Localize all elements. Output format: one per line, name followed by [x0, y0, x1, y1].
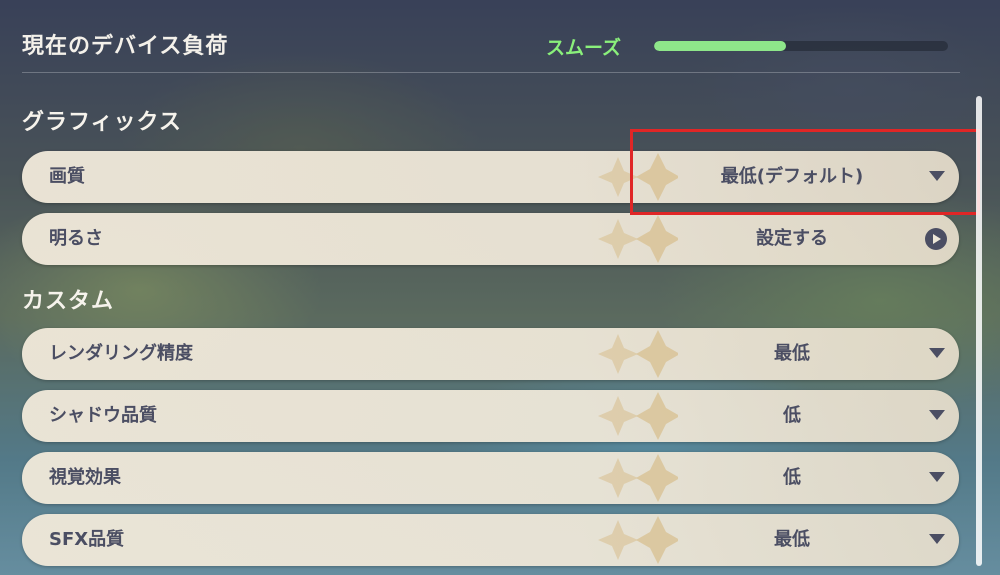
setting-row-sfx-quality[interactable]: SFX品質 最低	[22, 514, 959, 566]
section-title-graphics: グラフィックス	[22, 110, 182, 135]
setting-label: 明るさ	[49, 228, 103, 249]
setting-row-brightness[interactable]: 明るさ 設定する	[22, 213, 959, 265]
setting-value: 設定する	[756, 228, 828, 249]
setting-row-graphics-quality[interactable]: 画質 最低(デフォルト)	[22, 151, 959, 203]
setting-label: レンダリング精度	[49, 343, 193, 364]
setting-row-shadow-quality[interactable]: シャドウ品質 低	[22, 390, 959, 442]
device-load-header: 現在のデバイス負荷 スムーズ	[0, 0, 1000, 80]
scrollbar[interactable]	[976, 96, 982, 566]
setting-value: 低	[783, 467, 801, 488]
header-divider	[22, 72, 960, 73]
dropdown-caret-icon[interactable]	[929, 534, 945, 544]
setting-label: シャドウ品質	[49, 405, 157, 426]
dropdown-caret-icon[interactable]	[929, 348, 945, 358]
setting-value: 最低	[774, 529, 810, 550]
device-load-title: 現在のデバイス負荷	[22, 34, 229, 59]
star-decoration-icon	[598, 516, 678, 564]
dropdown-caret-icon[interactable]	[929, 171, 945, 181]
star-decoration-icon	[598, 153, 678, 201]
star-decoration-icon	[598, 454, 678, 502]
setting-value: 低	[783, 405, 801, 426]
device-load-bar-fill	[654, 41, 787, 51]
setting-value: 最低	[774, 343, 810, 364]
section-title-custom: カスタム	[22, 289, 115, 314]
star-decoration-icon	[598, 392, 678, 440]
open-arrow-icon[interactable]	[925, 228, 947, 250]
device-load-bar	[654, 41, 948, 51]
device-load-status: スムーズ	[546, 37, 622, 59]
setting-label: 画質	[49, 166, 85, 187]
dropdown-caret-icon[interactable]	[929, 472, 945, 482]
star-decoration-icon	[598, 330, 678, 378]
setting-value: 最低(デフォルト)	[720, 166, 864, 187]
setting-label: SFX品質	[49, 529, 125, 550]
setting-row-render-resolution[interactable]: レンダリング精度 最低	[22, 328, 959, 380]
setting-label: 視覚効果	[49, 467, 121, 488]
star-decoration-icon	[598, 215, 678, 263]
dropdown-caret-icon[interactable]	[929, 410, 945, 420]
setting-row-visual-effects[interactable]: 視覚効果 低	[22, 452, 959, 504]
